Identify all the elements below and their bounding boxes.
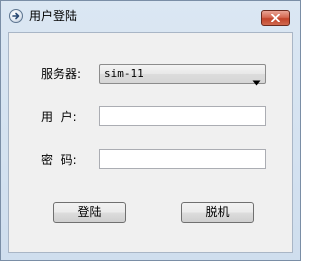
- login-window: 用户登陆 服务器: sim-11 用 户: 密 码: 登陆 脱机: [0, 0, 301, 261]
- offline-button[interactable]: 脱机: [181, 202, 254, 223]
- server-label: 服务器:: [41, 67, 82, 81]
- password-input[interactable]: [99, 149, 266, 169]
- client-area: 服务器: sim-11 用 户: 密 码: 登陆 脱机: [8, 32, 293, 253]
- arrow-right-circle-icon: [9, 9, 23, 23]
- password-label: 密 码:: [41, 153, 77, 167]
- server-combobox[interactable]: sim-11: [99, 64, 266, 86]
- server-selected-value: sim-11: [104, 67, 144, 80]
- title-bar[interactable]: 用户登陆: [1, 1, 300, 31]
- user-input[interactable]: [99, 106, 266, 126]
- chevron-down-icon[interactable]: [252, 71, 261, 90]
- login-button[interactable]: 登陆: [53, 202, 126, 223]
- window-title: 用户登陆: [29, 9, 78, 23]
- close-button[interactable]: [261, 10, 290, 26]
- close-x-icon: [271, 14, 280, 22]
- user-label: 用 户:: [41, 110, 77, 124]
